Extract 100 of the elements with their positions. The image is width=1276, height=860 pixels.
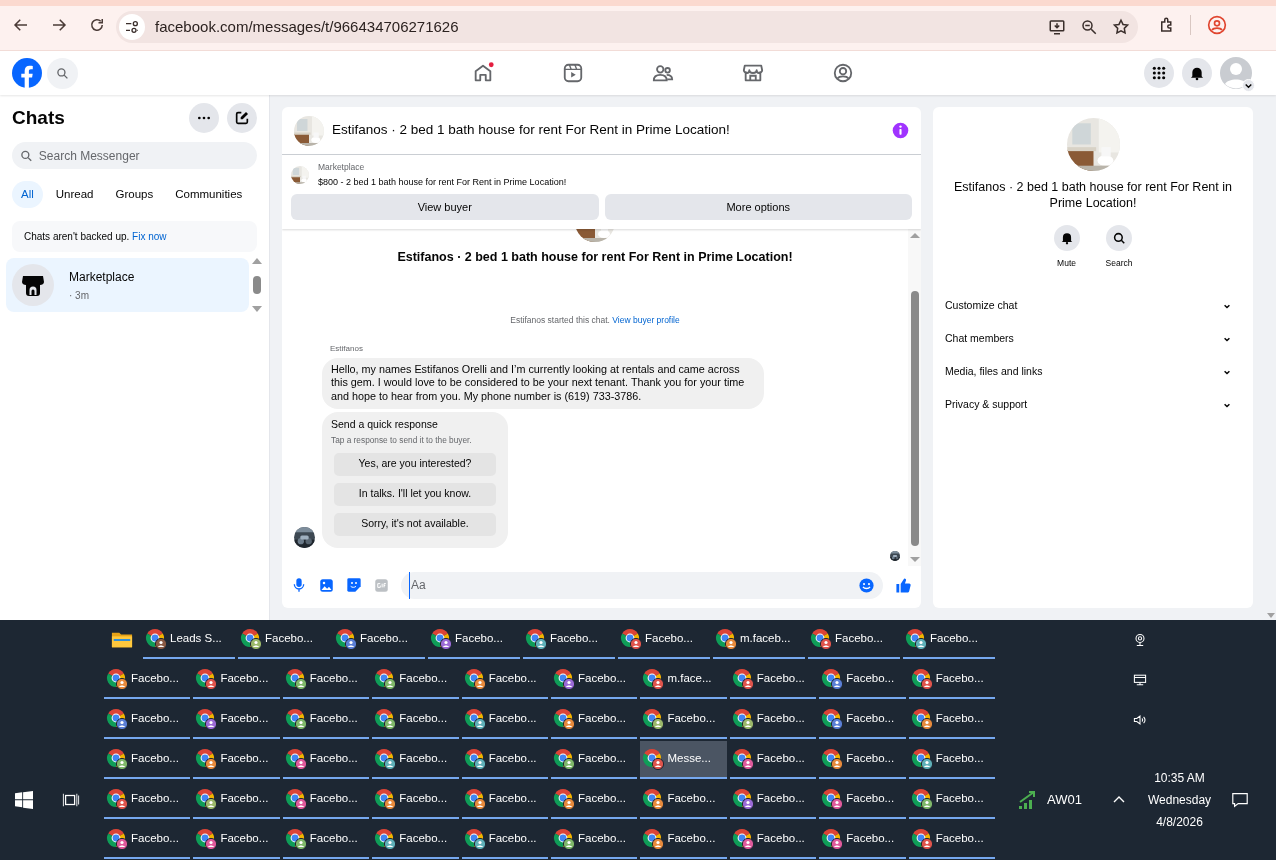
- browser-icon: [731, 708, 754, 730]
- like-icon[interactable]: [895, 576, 912, 594]
- start-icon[interactable]: [15, 791, 33, 809]
- browser-icon: [106, 788, 128, 810]
- browser-icon: [731, 668, 754, 690]
- grid-icon: [1151, 65, 1167, 81]
- browser-icon: [910, 708, 933, 730]
- browser-icon: [910, 828, 933, 850]
- backup-notice: Chats aren't backed up. Fix now: [24, 230, 167, 244]
- quick-reply-button[interactable]: Sorry, it's not available.: [334, 512, 496, 536]
- browser-icon: [463, 668, 486, 690]
- browser-icon: [905, 628, 927, 650]
- taskbar-button[interactable]: Messe...: [640, 741, 727, 779]
- new-message-button[interactable]: [227, 103, 257, 133]
- menu-button[interactable]: [1144, 58, 1174, 88]
- image-icon[interactable]: [319, 577, 334, 593]
- url-text: facebook.com/messages/t/966434706271626: [155, 16, 460, 37]
- compose-icon: [234, 110, 250, 126]
- browser-icon: [374, 828, 397, 850]
- caret-icon[interactable]: [1242, 79, 1255, 92]
- browser-icon: [821, 748, 844, 770]
- browser-icon: [463, 788, 486, 810]
- filter-tab[interactable]: Unread: [46, 181, 103, 208]
- people-icon[interactable]: [652, 62, 674, 84]
- filter-tab[interactable]: Communities: [166, 181, 252, 208]
- browser-icon: [463, 828, 486, 850]
- info-icon[interactable]: [892, 122, 909, 139]
- filter-tab[interactable]: All: [12, 181, 43, 208]
- notifications-button[interactable]: [1182, 58, 1212, 88]
- notification-icon[interactable]: [1231, 791, 1250, 809]
- action-button[interactable]: View buyer: [291, 194, 599, 221]
- browser-icon: [195, 708, 218, 730]
- install-icon[interactable]: [1048, 18, 1066, 36]
- chat-intro-title: Estifanos · 2 bed 1 bath house for rent For Rent in Prime Location!: [396, 249, 794, 267]
- star-icon[interactable]: [1112, 18, 1130, 36]
- chat-name: Marketplace: [69, 268, 135, 286]
- browser-icon: [195, 788, 218, 810]
- details-section[interactable]: Media, files and links: [945, 355, 1241, 389]
- sticker-icon[interactable]: [346, 577, 362, 593]
- profile-circle-icon[interactable]: [832, 62, 854, 84]
- browser-icon: [463, 708, 486, 730]
- back-icon[interactable]: [12, 16, 30, 34]
- webcam-icon[interactable]: [1132, 632, 1148, 648]
- browser-icon: [642, 828, 665, 850]
- monitor-icon[interactable]: [1132, 672, 1148, 688]
- browser-icon: [553, 708, 576, 730]
- task-view-icon[interactable]: [62, 791, 80, 809]
- browser-icon: [463, 748, 486, 770]
- browser-icon: [821, 788, 844, 810]
- browser-icon: [910, 748, 933, 770]
- zoom-icon[interactable]: [1080, 18, 1098, 36]
- forward-icon[interactable]: [50, 16, 68, 34]
- browser-icon: [195, 828, 218, 850]
- fix-now-link[interactable]: Fix now: [132, 231, 167, 242]
- emoji-icon[interactable]: [858, 576, 875, 594]
- browser-icon: [553, 748, 576, 770]
- address-bar[interactable]: facebook.com/messages/t/966434706271626: [116, 11, 1138, 43]
- sender-name: Estifanos: [330, 342, 364, 355]
- chat-item[interactable]: Marketplace · 3m: [6, 258, 249, 312]
- store-icon[interactable]: [742, 62, 764, 84]
- browser-icon: [374, 668, 397, 690]
- quick-response-subtitle: Tap a response to send it to the buyer.: [331, 434, 473, 447]
- microphone-icon[interactable]: [291, 577, 307, 593]
- browser-icon: [731, 788, 754, 810]
- reload-icon[interactable]: [88, 16, 106, 34]
- browser-icon: [553, 668, 576, 690]
- quick-reply-button[interactable]: In talks. I'll let you know.: [334, 482, 496, 506]
- browser-icon: [553, 828, 576, 850]
- search-icon: [56, 66, 69, 80]
- search-button[interactable]: [47, 57, 78, 89]
- browser-icon: [910, 668, 933, 690]
- volume-icon[interactable]: [1132, 712, 1148, 728]
- details-section[interactable]: Privacy & support: [945, 388, 1241, 422]
- quick-reply-button[interactable]: Yes, are you interested?: [334, 452, 496, 476]
- home-icon[interactable]: [472, 62, 494, 84]
- browser-icon: [284, 708, 307, 730]
- browser-icon: [642, 748, 665, 770]
- details-section[interactable]: Chat members: [945, 322, 1241, 356]
- action-button[interactable]: More options: [604, 194, 912, 221]
- quick-response-title: Send a quick response: [331, 416, 439, 432]
- profile-icon[interactable]: [1207, 15, 1227, 35]
- store-icon: [21, 274, 45, 296]
- video-icon[interactable]: [562, 62, 584, 84]
- sidebar-title: Chats: [12, 105, 66, 130]
- details-section[interactable]: Customize chat: [945, 289, 1241, 323]
- browser-icon: [642, 708, 665, 730]
- facebook-logo-icon[interactable]: [12, 58, 42, 88]
- site-settings-icon[interactable]: [124, 19, 140, 35]
- clock[interactable]: 10:35 AM Wednesday 4/8/2026: [1147, 767, 1212, 833]
- browser-icon: [284, 668, 307, 690]
- browser-icon: [821, 708, 844, 730]
- browser-icon: [240, 628, 262, 650]
- details-title: Estifanos · 2 bed 1 bath house for rent For Rent in Prime Location!: [953, 179, 1233, 211]
- filter-tab[interactable]: Groups: [106, 181, 163, 208]
- browser-icon: [335, 628, 357, 650]
- browser-icon: [910, 788, 933, 810]
- browser-icon: [106, 748, 128, 770]
- browser-icon: [430, 628, 452, 650]
- view-buyer-profile-link[interactable]: View buyer profile: [612, 315, 680, 325]
- browser-icon: [810, 628, 832, 650]
